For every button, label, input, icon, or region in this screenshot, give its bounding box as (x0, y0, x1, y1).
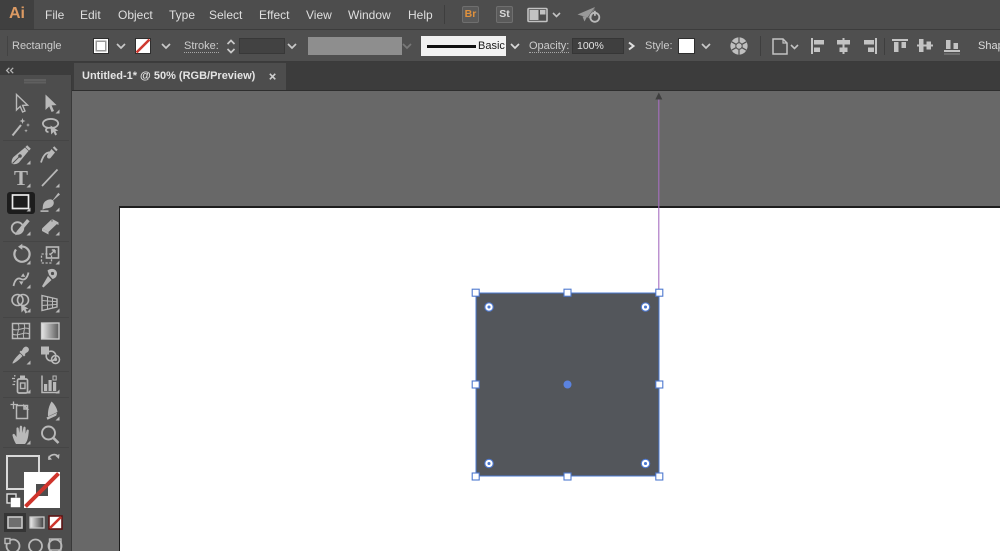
svg-text:T: T (14, 166, 28, 190)
